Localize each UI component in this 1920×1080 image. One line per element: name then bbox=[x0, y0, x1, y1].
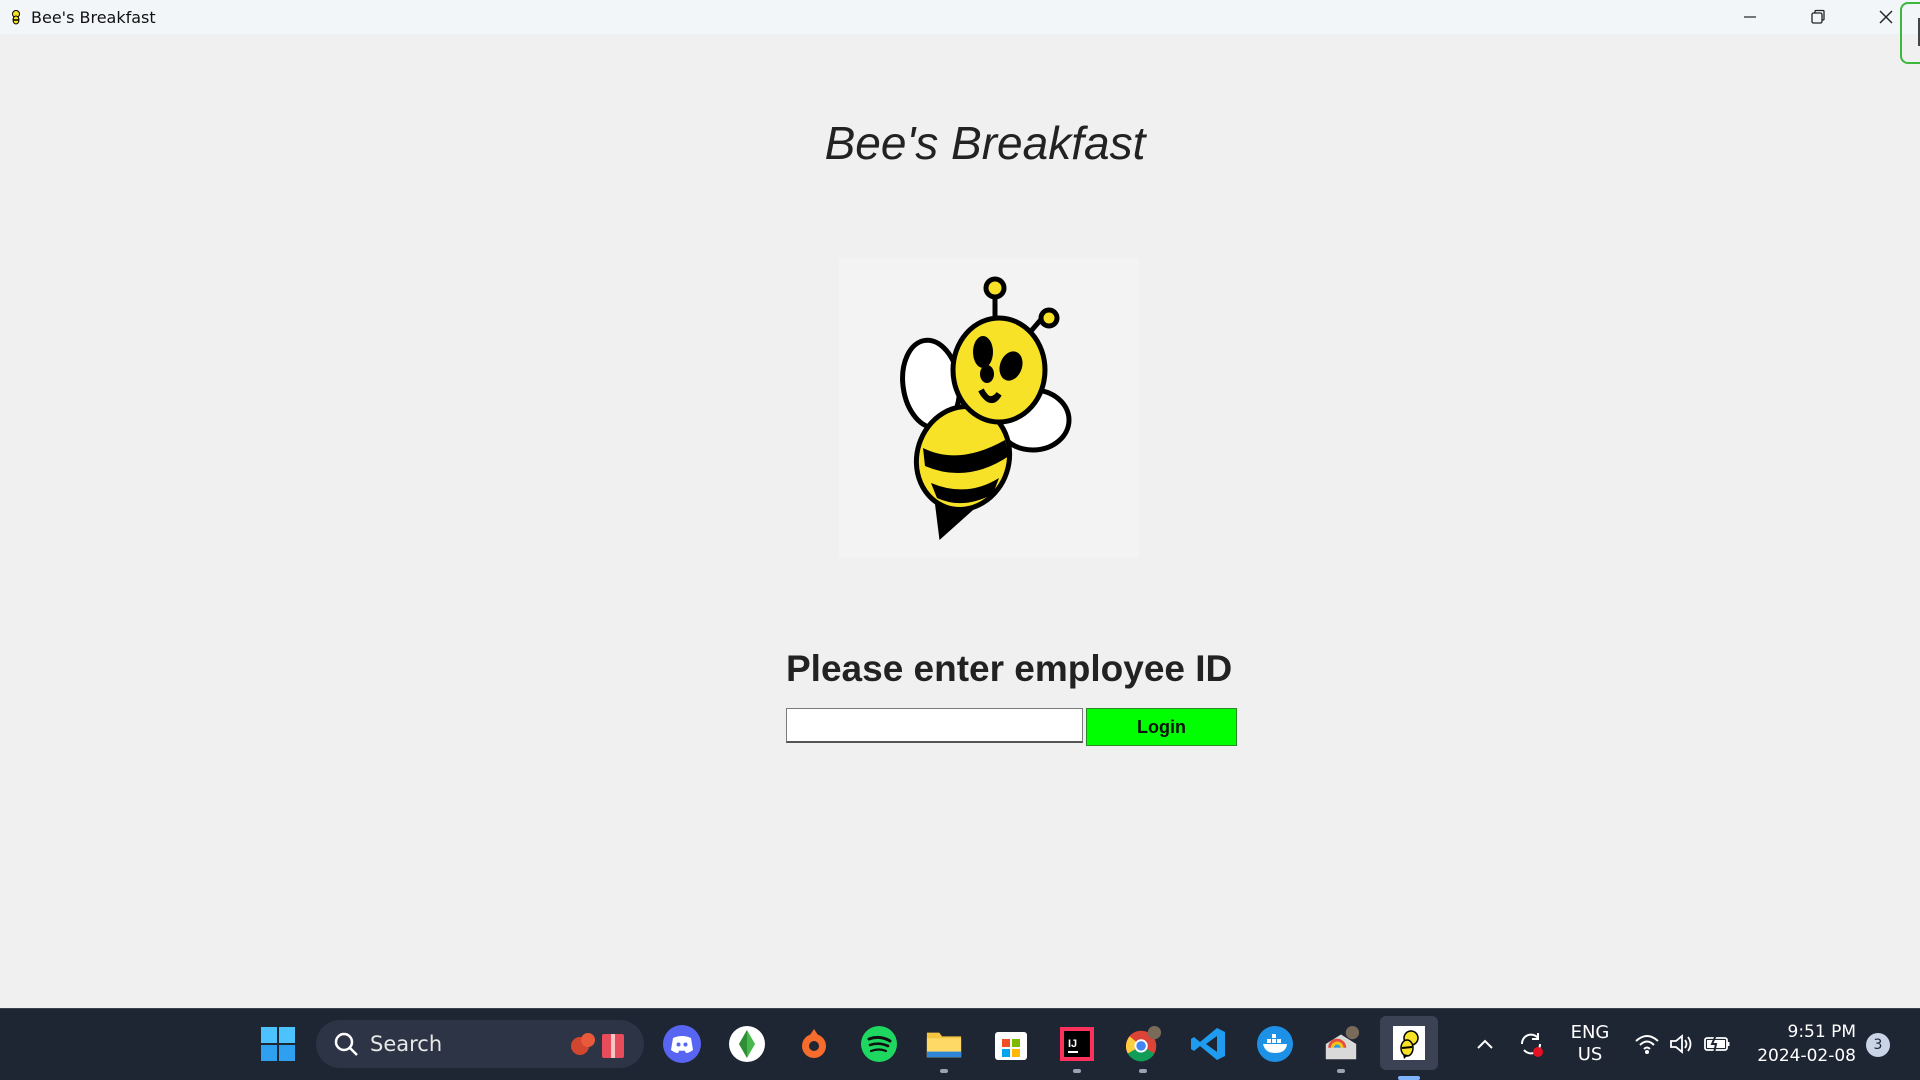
clock-time: 9:51 PM bbox=[1787, 1022, 1857, 1042]
clock-date: 2024-02-08 bbox=[1757, 1046, 1856, 1066]
running-indicator bbox=[1337, 1069, 1345, 1073]
taskbar-sims[interactable] bbox=[728, 1025, 766, 1063]
minimize-button[interactable] bbox=[1716, 0, 1784, 34]
title-bar: Bee's Breakfast bbox=[0, 0, 1920, 64]
employee-id-prompt: Please enter employee ID bbox=[786, 648, 1233, 689]
store-icon bbox=[995, 1032, 1027, 1060]
battery-charging-icon bbox=[1704, 1034, 1730, 1054]
show-hidden-icons-button[interactable] bbox=[1466, 1025, 1504, 1063]
taskbar-docker[interactable] bbox=[1256, 1025, 1294, 1063]
region-label: US bbox=[1577, 1044, 1603, 1065]
weather-icon bbox=[1325, 1025, 1360, 1060]
login-button[interactable]: Login bbox=[1086, 708, 1237, 746]
chevron-up-icon bbox=[1477, 1039, 1493, 1049]
window-snap-edge bbox=[1900, 2, 1920, 64]
close-icon bbox=[1879, 10, 1893, 24]
intellij-icon: IJ bbox=[1060, 1027, 1094, 1061]
svg-text:IJ: IJ bbox=[1068, 1038, 1077, 1050]
taskbar-vscode[interactable] bbox=[1190, 1025, 1228, 1063]
search-highlight-icon bbox=[571, 1033, 624, 1058]
clock[interactable]: 9:51 PM 2024-02-08 bbox=[1748, 1020, 1856, 1068]
notification-badge[interactable]: 3 bbox=[1866, 1033, 1890, 1057]
taskbar-file-explorer[interactable] bbox=[925, 1025, 963, 1073]
bee-logo-icon bbox=[900, 276, 1072, 541]
minimize-icon bbox=[1744, 16, 1756, 18]
origin-icon bbox=[802, 1029, 826, 1058]
search-icon bbox=[334, 1032, 358, 1056]
wifi-status[interactable] bbox=[1630, 1025, 1664, 1063]
running-indicator bbox=[1139, 1069, 1147, 1073]
taskbar-spotify[interactable] bbox=[860, 1025, 898, 1063]
running-indicator bbox=[940, 1069, 948, 1073]
restore-icon bbox=[1811, 9, 1825, 24]
spotify-icon bbox=[861, 1026, 897, 1062]
search-label: Search bbox=[370, 1032, 443, 1056]
running-indicator bbox=[1073, 1069, 1081, 1073]
bee-icon bbox=[1393, 1026, 1425, 1060]
taskbar-microsoft-store[interactable] bbox=[992, 1025, 1030, 1063]
battery-status[interactable] bbox=[1700, 1025, 1734, 1063]
employee-id-input[interactable] bbox=[786, 708, 1083, 743]
volume-icon bbox=[1670, 1034, 1692, 1054]
bee-logo bbox=[839, 258, 1139, 558]
sync-icon bbox=[1520, 1033, 1543, 1057]
wifi-icon bbox=[1635, 1035, 1659, 1054]
sims-plumbob-icon bbox=[729, 1026, 765, 1062]
maximize-button[interactable] bbox=[1784, 0, 1852, 34]
chrome-icon bbox=[1125, 1025, 1162, 1062]
start-button[interactable] bbox=[259, 1025, 297, 1063]
taskbar-chrome[interactable] bbox=[1124, 1025, 1162, 1073]
volume-status[interactable] bbox=[1664, 1025, 1698, 1063]
docker-icon bbox=[1257, 1026, 1293, 1062]
folder-icon bbox=[926, 1032, 962, 1058]
taskbar-intellij[interactable]: IJ bbox=[1058, 1025, 1096, 1073]
bee-app-icon bbox=[8, 9, 24, 25]
discord-icon bbox=[663, 1025, 701, 1063]
taskbar-bees-breakfast[interactable] bbox=[1380, 1016, 1438, 1080]
taskbar-weather-app[interactable] bbox=[1322, 1025, 1360, 1073]
window-title: Bee's Breakfast bbox=[31, 7, 156, 27]
language-indicator[interactable]: ENG US bbox=[1562, 1022, 1618, 1066]
language-label: ENG bbox=[1570, 1022, 1610, 1043]
taskbar-discord[interactable] bbox=[663, 1025, 701, 1063]
taskbar-origin[interactable] bbox=[795, 1025, 833, 1063]
vscode-icon bbox=[1191, 1028, 1225, 1060]
sync-status-button[interactable] bbox=[1512, 1025, 1550, 1063]
taskbar-search[interactable]: Search bbox=[316, 1020, 644, 1068]
windows-icon bbox=[261, 1027, 295, 1061]
app-heading: Bee's Breakfast bbox=[824, 117, 1146, 169]
active-indicator bbox=[1398, 1076, 1420, 1080]
